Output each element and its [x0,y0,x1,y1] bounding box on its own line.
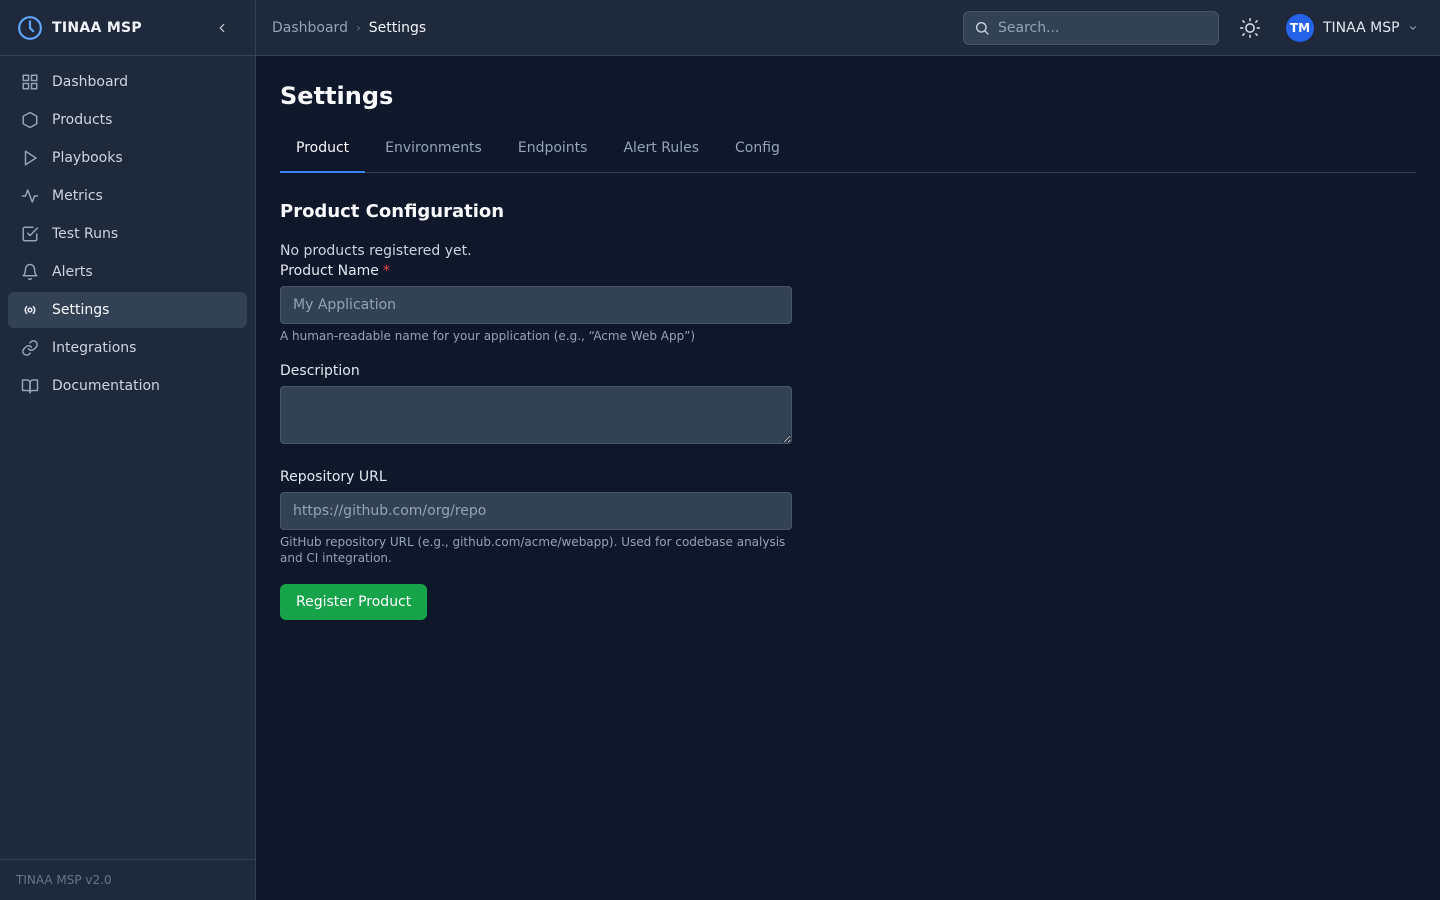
sidebar-item-integrations[interactable]: Integrations [8,330,247,366]
search-box[interactable] [963,11,1219,45]
theme-toggle-button[interactable] [1238,16,1262,40]
tab-endpoints[interactable]: Endpoints [502,137,604,173]
sidebar-item-label: Documentation [52,378,160,394]
sidebar-header: TINAA MSP [0,0,255,56]
user-menu[interactable]: TM TINAA MSP [1286,14,1418,42]
sidebar-item-label: Playbooks [52,150,123,166]
empty-state-message: No products registered yet. [280,243,472,259]
sidebar-item-alerts[interactable]: Alerts [8,254,247,290]
sidebar-item-dashboard[interactable]: Dashboard [8,64,247,100]
brand-name: TINAA MSP [52,19,142,36]
sidebar-item-label: Settings [52,302,110,318]
avatar: TM [1286,14,1314,42]
sidebar-item-label: Alerts [52,264,93,280]
product-name-group: Product Name* A human-readable name for … [280,262,1416,344]
chevron-left-icon [219,23,225,32]
required-mark: * [382,263,390,279]
grid-icon [20,72,40,92]
repository-url-label: Repository URL [280,469,387,485]
page-title: Settings [280,82,394,110]
hexagon-icon [20,110,40,130]
chevron-down-icon [1408,23,1418,33]
breadcrumb: Dashboard › Settings [272,20,426,36]
top-bar: Dashboard › Settings TM TINAA MSP [256,0,1440,56]
sidebar-item-documentation[interactable]: Documentation [8,368,247,404]
book-icon [20,376,40,396]
link-icon [20,338,40,358]
sidebar-nav: Dashboard Products Playbooks Metrics Tes… [0,56,255,414]
sidebar-item-label: Products [52,112,113,128]
play-icon [20,148,40,168]
product-name-label: Product Name * [280,262,1416,280]
section-title: Product Configuration [280,201,505,222]
repository-url-group: Repository URL GitHub repository URL (e.… [280,468,1416,566]
search-icon [976,22,989,35]
sun-icon [1240,18,1260,38]
check-square-icon [20,224,40,244]
register-product-button[interactable]: Register Product [280,584,428,620]
bell-icon [20,262,40,282]
activity-icon [20,186,40,206]
tab-environments[interactable]: Environments [369,137,498,173]
settings-tabs: Product Environments Endpoints Alert Rul… [280,137,1416,173]
sidebar-item-label: Dashboard [52,74,128,90]
tab-product[interactable]: Product [280,137,366,173]
description-group: Description [280,362,1416,444]
sidebar-item-test-runs[interactable]: Test Runs [8,216,247,252]
sidebar-item-playbooks[interactable]: Playbooks [8,140,247,176]
radio-icon [20,300,40,320]
repository-url-input[interactable] [280,492,792,530]
description-label: Description [280,363,360,379]
main-content: Settings Product Environments Endpoints … [280,56,1416,620]
breadcrumb-current: Settings [368,19,427,36]
sidebar-item-label: Integrations [52,340,137,356]
breadcrumb-dashboard-link[interactable]: Dashboard [272,20,348,36]
sidebar-item-products[interactable]: Products [8,102,247,138]
collapse-sidebar-button[interactable] [211,17,233,39]
chevron-right-icon: › [355,20,361,35]
tab-alert-rules[interactable]: Alert Rules [607,137,715,173]
description-textarea[interactable] [280,386,792,444]
user-name: TINAA MSP [1323,20,1400,36]
repository-url-help: GitHub repository URL (e.g., github.com/… [280,535,786,565]
sidebar-item-label: Test Runs [52,226,119,242]
tab-config[interactable]: Config [719,137,796,173]
clock-logo-icon [16,14,44,42]
sidebar-item-metrics[interactable]: Metrics [8,178,247,214]
sidebar-item-label: Metrics [52,188,103,204]
version-label: TINAA MSP v2.0 [0,859,255,900]
sidebar: TINAA MSP Dashboard Products Playbooks M… [0,0,256,900]
product-name-label-text: Product Name [280,263,379,279]
product-name-help: A human-readable name for your applicati… [280,329,696,343]
search-input[interactable] [998,20,1198,36]
product-name-input[interactable] [280,286,792,324]
sidebar-item-settings[interactable]: Settings [8,292,247,328]
